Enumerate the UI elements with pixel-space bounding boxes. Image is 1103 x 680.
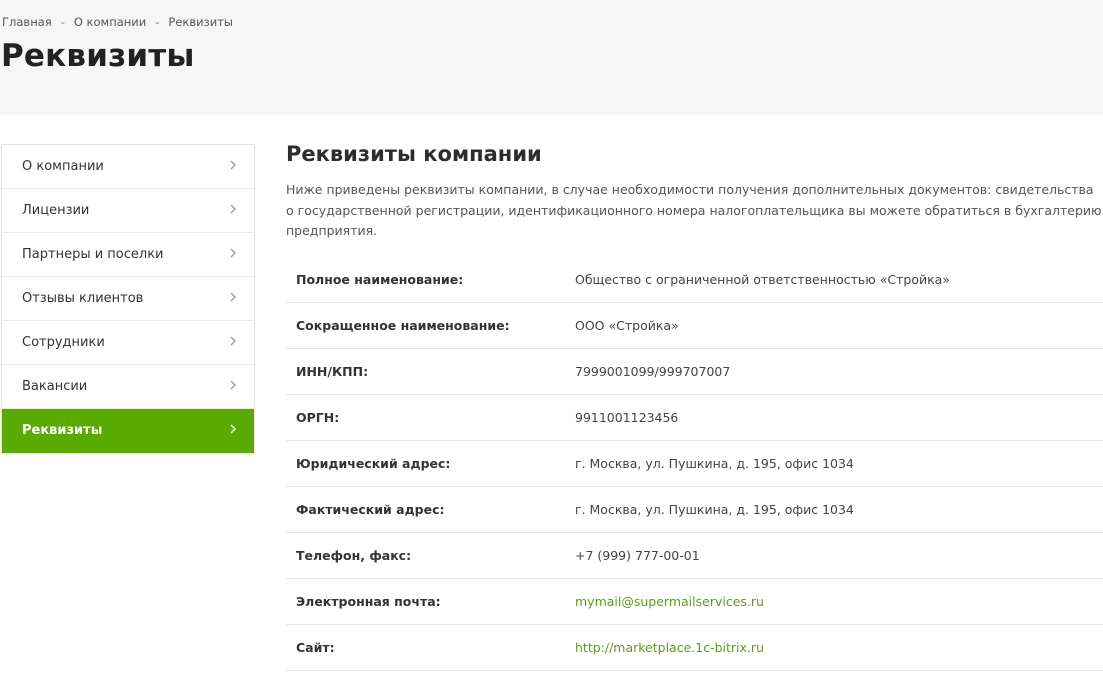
sidebar-menu: О компании Лицензии Партнеры и поселки О… bbox=[1, 144, 255, 454]
chevron-right-icon bbox=[230, 336, 236, 346]
sidebar-item-vacancies[interactable]: Вакансии bbox=[2, 365, 254, 409]
row-value: ООО «Стройка» bbox=[575, 318, 679, 333]
sidebar-item-label: Лицензии bbox=[22, 203, 90, 218]
website-link[interactable]: http://marketplace.1c-bitrix.ru bbox=[575, 640, 764, 655]
sidebar-item-reviews[interactable]: Отзывы клиентов bbox=[2, 277, 254, 321]
table-row: Сайт: http://marketplace.1c-bitrix.ru bbox=[286, 625, 1103, 671]
row-key: Сокращенное наименование: bbox=[296, 318, 510, 333]
breadcrumb-separator: - bbox=[60, 15, 65, 29]
breadcrumb-separator: - bbox=[155, 15, 160, 29]
sidebar-item-licenses[interactable]: Лицензии bbox=[2, 189, 254, 233]
row-key: Полное наименование: bbox=[296, 272, 464, 287]
table-row: ОРГН: 9911001123456 bbox=[286, 395, 1103, 441]
row-value: г. Москва, ул. Пушкина, д. 195, офис 103… bbox=[575, 502, 854, 517]
sidebar-item-staff[interactable]: Сотрудники bbox=[2, 321, 254, 365]
page-title: Реквизиты bbox=[1, 38, 195, 74]
row-value: +7 (999) 777-00-01 bbox=[575, 548, 700, 563]
row-value: г. Москва, ул. Пушкина, д. 195, офис 103… bbox=[575, 456, 854, 471]
row-key: ОРГН: bbox=[296, 410, 340, 425]
table-row: Юридический адрес: г. Москва, ул. Пушкин… bbox=[286, 441, 1103, 487]
chevron-right-icon bbox=[230, 248, 236, 258]
row-key: Телефон, факс: bbox=[296, 548, 412, 563]
sidebar-item-label: Партнеры и поселки bbox=[22, 247, 164, 262]
section-title: Реквизиты компании bbox=[286, 142, 542, 166]
breadcrumb: Главная - О компании - Реквизиты bbox=[2, 15, 233, 29]
chevron-right-icon bbox=[230, 204, 236, 214]
table-row: Полное наименование: Общество с ограниче… bbox=[286, 257, 1103, 303]
breadcrumb-current: Реквизиты bbox=[168, 15, 233, 29]
row-key: Сайт: bbox=[296, 640, 335, 655]
email-link[interactable]: mymail@supermailservices.ru bbox=[575, 594, 764, 609]
sidebar-item-label: Реквизиты bbox=[22, 423, 103, 438]
row-key: ИНН/КПП: bbox=[296, 364, 369, 379]
sidebar-item-label: Отзывы клиентов bbox=[22, 291, 144, 306]
table-row: Сокращенное наименование: ООО «Стройка» bbox=[286, 303, 1103, 349]
chevron-right-icon bbox=[230, 380, 236, 390]
breadcrumb-about[interactable]: О компании bbox=[74, 15, 146, 29]
sidebar-item-label: Вакансии bbox=[22, 379, 88, 394]
row-key: Юридический адрес: bbox=[296, 456, 451, 471]
sidebar-item-partners[interactable]: Партнеры и поселки bbox=[2, 233, 254, 277]
row-value: 7999001099/999707007 bbox=[575, 364, 731, 379]
sidebar-item-label: О компании bbox=[22, 159, 104, 174]
requisites-table: Полное наименование: Общество с ограниче… bbox=[286, 257, 1103, 671]
row-key: Электронная почта: bbox=[296, 594, 441, 609]
table-row: Телефон, факс: +7 (999) 777-00-01 bbox=[286, 533, 1103, 579]
table-row: Электронная почта: mymail@supermailservi… bbox=[286, 579, 1103, 625]
table-row: Фактический адрес: г. Москва, ул. Пушкин… bbox=[286, 487, 1103, 533]
row-value: Общество с ограниченной ответственностью… bbox=[575, 272, 950, 287]
sidebar-item-requisites[interactable]: Реквизиты bbox=[2, 409, 254, 453]
intro-text: Ниже приведены реквизиты компании, в слу… bbox=[286, 182, 1102, 238]
sidebar-item-about[interactable]: О компании bbox=[2, 145, 254, 189]
table-row: ИНН/КПП: 7999001099/999707007 bbox=[286, 349, 1103, 395]
chevron-right-icon bbox=[230, 424, 237, 434]
row-key: Фактический адрес: bbox=[296, 502, 445, 517]
chevron-right-icon bbox=[230, 160, 236, 170]
chevron-right-icon bbox=[230, 292, 236, 302]
breadcrumb-home[interactable]: Главная bbox=[2, 15, 52, 29]
row-value: 9911001123456 bbox=[575, 410, 679, 425]
sidebar-item-label: Сотрудники bbox=[22, 335, 105, 350]
